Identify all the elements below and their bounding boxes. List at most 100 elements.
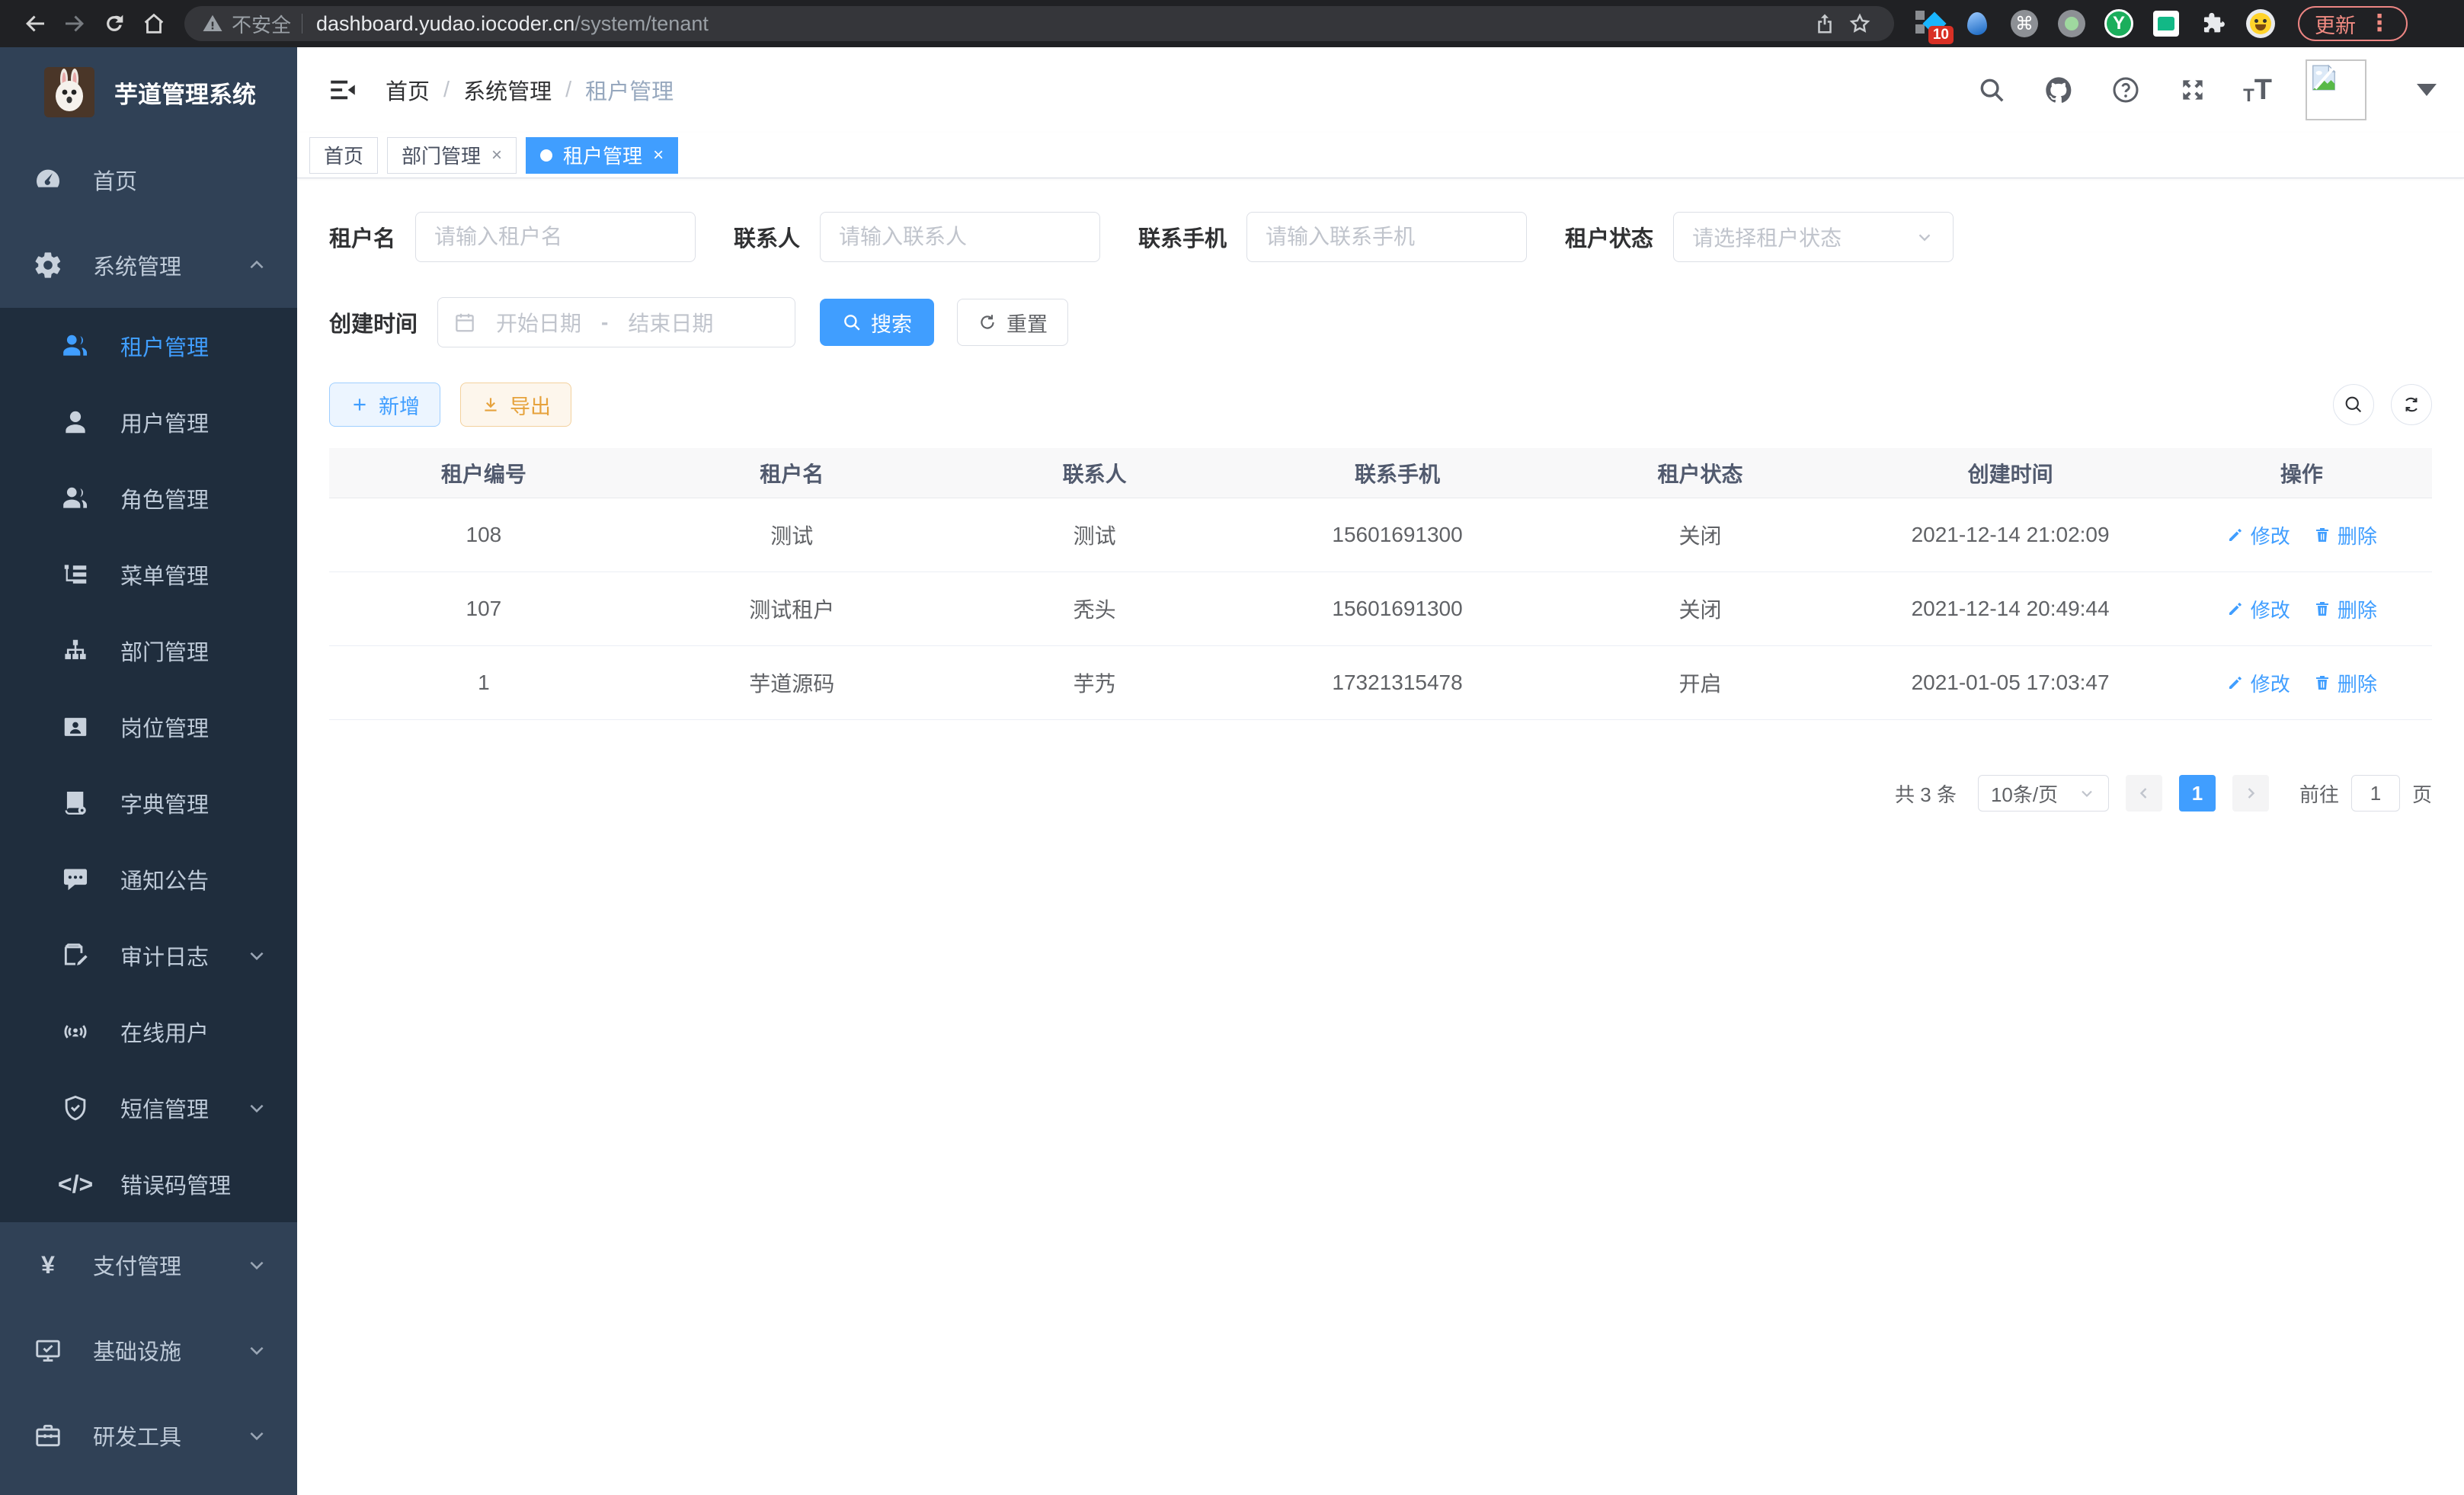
sidebar-fold-button[interactable]	[325, 72, 361, 108]
gear-icon	[30, 248, 66, 283]
app-shell: 芋道管理系统 首页 系统管理 租户管理	[0, 47, 2464, 1495]
sidebar-item-sms[interactable]: 短信管理	[0, 1070, 297, 1146]
fullscreen-button[interactable]	[2176, 73, 2210, 107]
sidebar-item-audit-log[interactable]: 审计日志	[0, 917, 297, 994]
sidebar-item-post[interactable]: 岗位管理	[0, 689, 297, 765]
delete-link-label: 删除	[2338, 595, 2377, 623]
status-select[interactable]: 请选择租户状态	[1673, 212, 1954, 262]
sidebar-item-home[interactable]: 首页	[0, 137, 297, 222]
security-warning-icon	[201, 12, 224, 35]
comment-icon	[58, 862, 93, 897]
browser-home-button[interactable]	[134, 4, 174, 43]
browser-forward-button[interactable]	[55, 4, 94, 43]
delete-link[interactable]: 删除	[2313, 669, 2377, 697]
edit-link[interactable]: 修改	[2226, 669, 2290, 697]
help-button[interactable]	[2109, 73, 2142, 107]
user-icon	[58, 405, 93, 440]
user-avatar[interactable]	[2306, 59, 2366, 120]
pagination-goto: 前往 页	[2299, 775, 2432, 812]
sidebar-item-dict[interactable]: 字典管理	[0, 765, 297, 841]
github-button[interactable]	[2042, 73, 2075, 107]
sidebar-item-pay[interactable]: ¥ 支付管理	[0, 1222, 297, 1308]
dictionary-icon	[58, 786, 93, 821]
extension-chat[interactable]	[2152, 9, 2181, 38]
extension-command[interactable]: ⌘	[2010, 9, 2039, 38]
refresh-table-button[interactable]	[2391, 384, 2432, 425]
page-size-select[interactable]: 10条/页	[1978, 775, 2109, 812]
table-row: 107 测试租户 秃头 15601691300 关闭 2021-12-14 20…	[329, 572, 2432, 646]
sidebar-item-notice[interactable]: 通知公告	[0, 841, 297, 917]
extension-recorder[interactable]	[2057, 9, 2086, 38]
close-icon[interactable]: ×	[491, 145, 502, 166]
sidebar-item-user[interactable]: 用户管理	[0, 384, 297, 460]
contact-input[interactable]	[839, 225, 1081, 249]
browser-reload-button[interactable]	[94, 4, 134, 43]
chevron-down-icon	[1915, 227, 1934, 247]
edit-link-label: 修改	[2251, 521, 2290, 549]
sidebar-item-label: 首页	[93, 164, 137, 196]
edit-link[interactable]: 修改	[2226, 595, 2290, 623]
extension-y[interactable]: Y	[2104, 9, 2133, 38]
green-dot-icon	[2065, 17, 2078, 30]
font-size-button[interactable]: TT	[2243, 74, 2272, 107]
trash-icon	[2313, 526, 2331, 544]
extension-blue-diamond[interactable]: 10	[1915, 9, 1944, 38]
sidebar-item-tenant[interactable]: 租户管理	[0, 308, 297, 384]
show-search-button[interactable]	[2333, 384, 2374, 425]
sidebar-item-infra[interactable]: 基础设施	[0, 1308, 297, 1393]
breadcrumb-home[interactable]: 首页	[386, 74, 430, 106]
tab-dept[interactable]: 部门管理 ×	[387, 137, 517, 174]
sidebar-item-online-users[interactable]: 在线用户	[0, 994, 297, 1070]
sidebar-item-role[interactable]: 角色管理	[0, 460, 297, 536]
bookmark-button[interactable]	[1842, 6, 1877, 41]
mobile-label: 联系手机	[1138, 221, 1227, 253]
browser-profile-avatar[interactable]	[2246, 9, 2275, 38]
delete-link[interactable]: 删除	[2313, 595, 2377, 623]
balloon-icon	[1967, 12, 1987, 35]
delete-link[interactable]: 删除	[2313, 521, 2377, 549]
sidebar-item-dept[interactable]: 部门管理	[0, 613, 297, 689]
breadcrumb-system[interactable]: 系统管理	[463, 74, 552, 106]
close-icon[interactable]: ×	[653, 145, 664, 166]
create-time-range-picker[interactable]: 开始日期 - 结束日期	[437, 297, 795, 347]
url-host: dashboard.yudao.iocoder.cn	[316, 12, 574, 35]
header-search-button[interactable]	[1975, 73, 2008, 107]
page-number-button[interactable]: 1	[2179, 775, 2216, 812]
export-button[interactable]: 导出	[460, 383, 571, 427]
extension-balloon[interactable]	[1963, 9, 1992, 38]
goto-page-input[interactable]	[2351, 775, 2400, 812]
browser-update-button[interactable]: 更新 ⋮	[2298, 6, 2408, 41]
mobile-input[interactable]	[1266, 225, 1508, 249]
tenant-name-input[interactable]	[434, 225, 677, 249]
sidebar-item-dev-tools[interactable]: 研发工具	[0, 1393, 297, 1478]
table-row: 108 测试 测试 15601691300 关闭 2021-12-14 21:0…	[329, 498, 2432, 572]
sidebar-logo-row[interactable]: 芋道管理系统	[0, 47, 297, 137]
font-size-big-icon: T	[2254, 74, 2272, 107]
reset-button[interactable]: 重置	[957, 299, 1068, 346]
avatar-caret-icon[interactable]	[2417, 84, 2437, 96]
tab-home[interactable]: 首页	[309, 137, 378, 174]
sidebar-item-error-code[interactable]: </> 错误码管理	[0, 1146, 297, 1222]
tenant-name: 芋道源码	[638, 667, 946, 698]
edit-link[interactable]: 修改	[2226, 521, 2290, 549]
rabbit-logo-icon	[44, 67, 94, 117]
sidebar: 芋道管理系统 首页 系统管理 租户管理	[0, 47, 297, 1495]
next-page-button[interactable]	[2232, 775, 2269, 812]
share-button[interactable]	[1807, 6, 1842, 41]
tab-label: 首页	[324, 141, 363, 169]
prev-page-button[interactable]	[2126, 775, 2162, 812]
address-bar[interactable]: 不安全 dashboard.yudao.iocoder.cn/system/te…	[184, 6, 1894, 41]
extensions-menu-button[interactable]	[2199, 9, 2228, 38]
tab-tenant[interactable]: 租户管理 ×	[526, 137, 678, 174]
sidebar-item-system[interactable]: 系统管理	[0, 222, 297, 308]
toolbox-icon	[30, 1418, 66, 1453]
sidebar-item-menu[interactable]: 菜单管理	[0, 536, 297, 613]
column-header: 租户编号	[329, 458, 638, 488]
tenant-name-field-wrap	[415, 212, 696, 262]
search-button[interactable]: 搜索	[820, 299, 934, 346]
chevron-left-icon	[2135, 784, 2153, 802]
add-button[interactable]: 新增	[329, 383, 440, 427]
browser-menu-icon[interactable]: ⋮	[2368, 12, 2391, 35]
browser-back-button[interactable]	[15, 4, 55, 43]
page-size-value: 10条/页	[1991, 780, 2058, 808]
